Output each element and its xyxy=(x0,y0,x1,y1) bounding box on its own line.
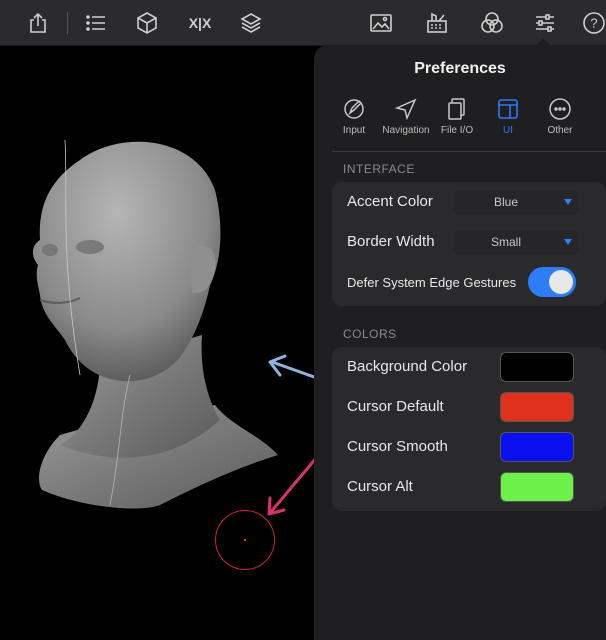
section-header-interface: INTERFACE xyxy=(343,162,415,176)
border-width-label: Border Width xyxy=(347,233,435,250)
symmetry-icon[interactable]: X|X xyxy=(186,9,214,37)
ui-layout-icon xyxy=(498,99,518,119)
color-label: Cursor Smooth xyxy=(347,438,448,455)
cursor-smooth-swatch[interactable] xyxy=(500,432,574,462)
pencil-icon xyxy=(344,99,364,119)
interface-group: Accent Color Blue Border Width Small Def… xyxy=(332,182,606,306)
navigation-icon xyxy=(394,98,417,121)
colors-group: Background Color Cursor Default Cursor S… xyxy=(332,347,606,511)
accent-color-label: Accent Color xyxy=(347,193,433,210)
color-row-cursor-default: Cursor Default xyxy=(332,387,606,427)
defer-gestures-label: Defer System Edge Gestures xyxy=(347,275,517,290)
preferences-tabs: Input Navigation File I/O UI Other xyxy=(314,95,606,145)
tab-input[interactable]: Input xyxy=(326,95,382,136)
tabs-divider xyxy=(332,151,606,152)
files-icon xyxy=(448,98,465,120)
cube-icon[interactable] xyxy=(133,9,161,37)
cursor-default-swatch[interactable] xyxy=(500,392,574,422)
color-label: Background Color xyxy=(347,358,468,375)
cursor-alt-swatch[interactable] xyxy=(500,472,574,502)
background-color-swatch[interactable] xyxy=(500,352,574,382)
tab-label: File I/O xyxy=(440,125,474,136)
list-icon[interactable] xyxy=(82,9,110,37)
symmetry-label: X|X xyxy=(188,15,212,31)
border-width-value: Small xyxy=(490,235,521,249)
brush-cursor-dot xyxy=(244,539,246,541)
section-header-colors: COLORS xyxy=(343,327,397,341)
defer-gestures-toggle[interactable] xyxy=(528,267,576,297)
tab-navigation[interactable]: Navigation xyxy=(378,95,434,136)
chevron-down-icon xyxy=(564,239,572,245)
toggle-knob xyxy=(549,270,573,294)
more-icon xyxy=(549,98,571,120)
help-icon[interactable]: ? xyxy=(582,9,606,37)
paint-icon[interactable] xyxy=(423,9,451,37)
share-icon[interactable] xyxy=(24,9,52,37)
materials-icon[interactable] xyxy=(478,9,506,37)
defer-gestures-row: Defer System Edge Gestures xyxy=(332,262,606,302)
color-label: Cursor Alt xyxy=(347,478,413,495)
border-width-row: Border Width Small xyxy=(332,222,606,262)
color-row-background: Background Color xyxy=(332,347,606,387)
tab-label: Navigation xyxy=(382,125,430,136)
tab-other[interactable]: Other xyxy=(532,95,588,136)
layers-icon[interactable] xyxy=(237,9,265,37)
tab-label: UI xyxy=(503,125,513,136)
sculpt-head-mesh xyxy=(32,139,278,509)
accent-color-select[interactable]: Blue xyxy=(454,190,578,214)
tab-file-io[interactable]: File I/O xyxy=(429,95,485,136)
svg-text:?: ? xyxy=(590,16,597,31)
accent-color-value: Blue xyxy=(493,195,519,209)
tab-label: Input xyxy=(342,125,366,136)
popover-title: Preferences xyxy=(414,60,506,77)
color-label: Cursor Default xyxy=(347,398,444,415)
chevron-down-icon xyxy=(564,199,572,205)
top-toolbar: X|X ? xyxy=(0,0,606,46)
sliders-icon[interactable] xyxy=(531,9,559,37)
color-row-cursor-alt: Cursor Alt xyxy=(332,467,606,507)
tab-label: Other xyxy=(547,125,573,136)
image-icon[interactable] xyxy=(367,9,395,37)
accent-color-row: Accent Color Blue xyxy=(332,182,606,222)
tab-ui[interactable]: UI xyxy=(480,95,536,136)
toolbar-separator xyxy=(67,12,68,34)
preferences-popover: Preferences Input Navigation File I/O UI… xyxy=(314,45,606,640)
border-width-select[interactable]: Small xyxy=(454,230,578,254)
color-row-cursor-smooth: Cursor Smooth xyxy=(332,427,606,467)
